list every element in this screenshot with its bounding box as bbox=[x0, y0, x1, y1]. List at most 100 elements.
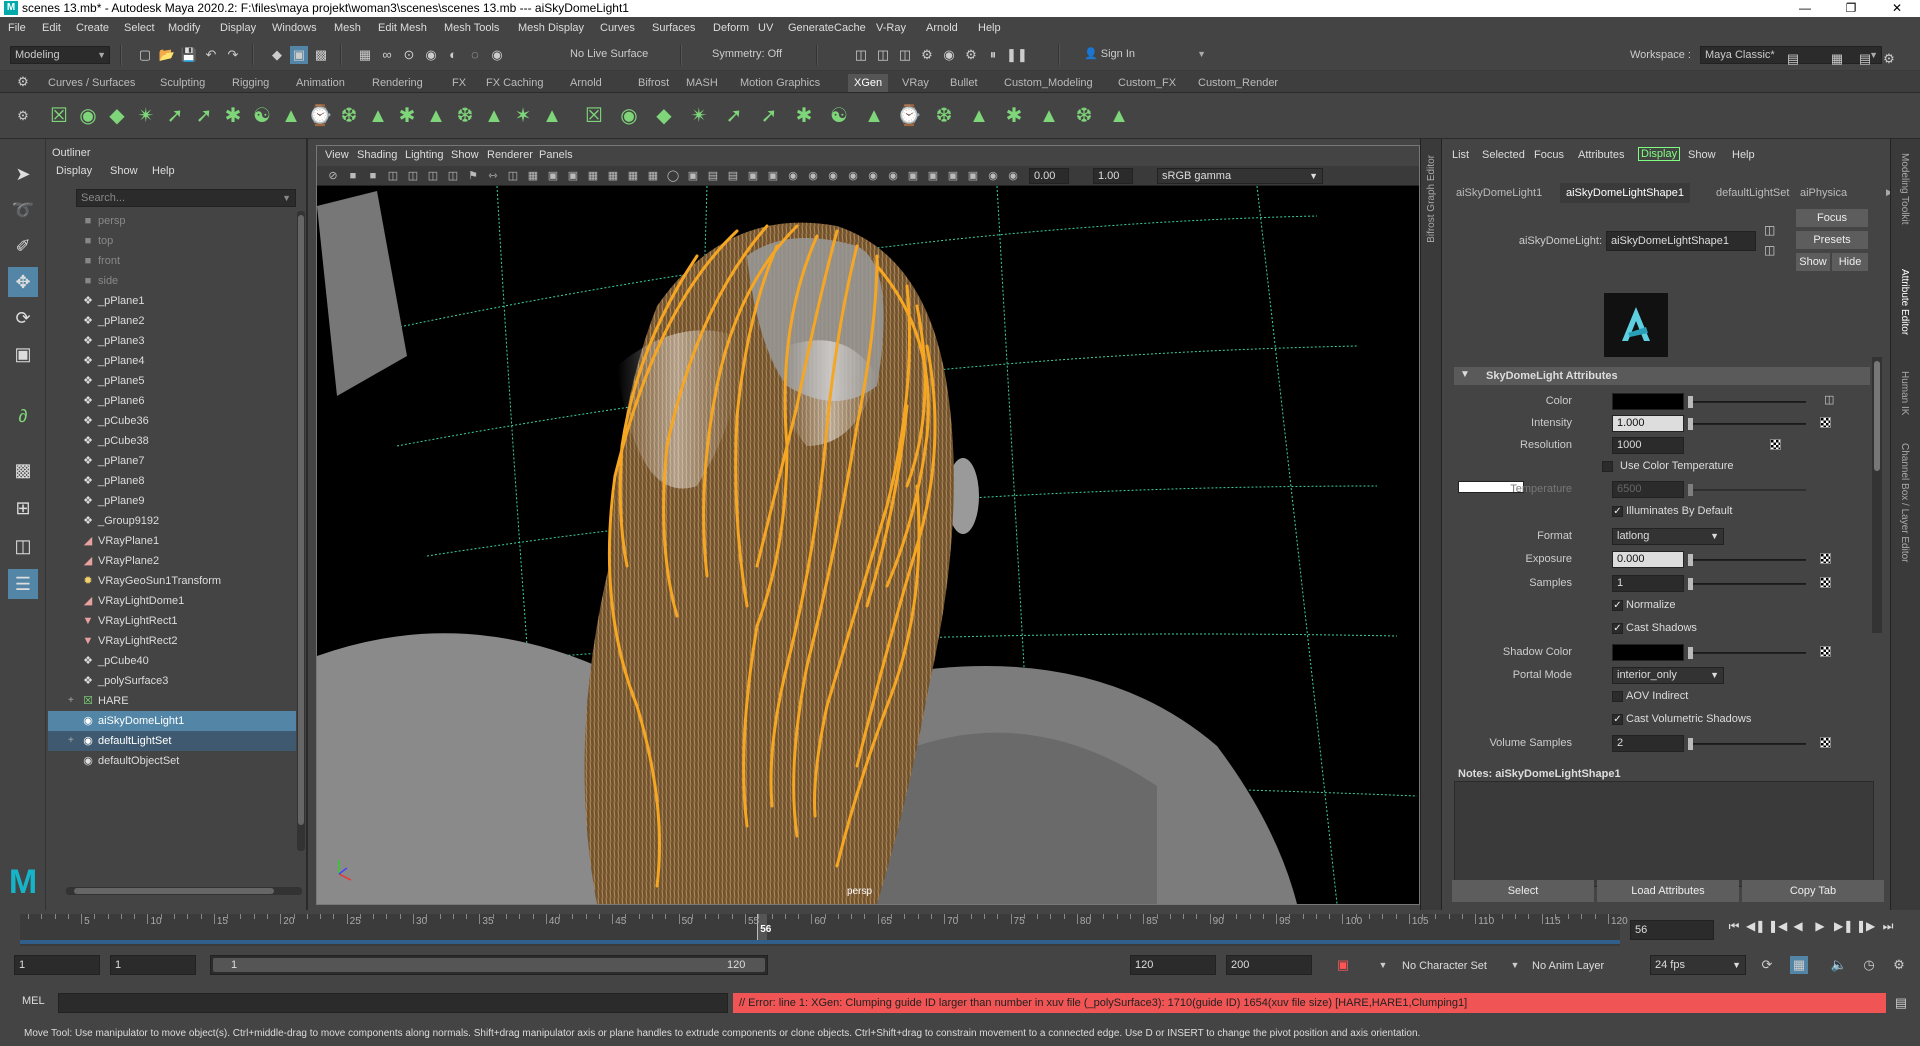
anim-layer-label[interactable]: No Anim Layer bbox=[1532, 960, 1604, 972]
pause-viewport-icon[interactable]: ❚❚ bbox=[1006, 46, 1028, 64]
viewport-scene[interactable]: persp bbox=[317, 185, 1419, 905]
current-frame-field[interactable]: 56 bbox=[1630, 920, 1714, 940]
step-back-key-icon[interactable]: ❚◀ bbox=[1768, 918, 1787, 934]
menu-edit-mesh[interactable]: Edit Mesh bbox=[378, 17, 427, 39]
menu-uv[interactable]: UV bbox=[758, 17, 773, 39]
menu-display[interactable]: Display bbox=[220, 17, 256, 39]
cut-icon[interactable]: ❆ bbox=[1071, 103, 1097, 129]
outliner-layout-icon[interactable]: ☰ bbox=[8, 569, 38, 599]
ae-tab-aiskydomelightshape1[interactable]: aiSkyDomeLightShape1 bbox=[1560, 183, 1691, 203]
expand-icon[interactable]: + bbox=[68, 731, 74, 751]
human-ik-tab[interactable]: Human IK bbox=[1899, 371, 1910, 415]
go-to-output-icon[interactable]: ◫ bbox=[1764, 243, 1775, 257]
portal-mode-dropdown[interactable]: interior_only ▼ bbox=[1612, 667, 1724, 684]
exposure-field[interactable]: 0.000 bbox=[1612, 551, 1684, 568]
step-back-frame-icon[interactable]: ◀❚ bbox=[1746, 918, 1765, 934]
shelf-tab-rendering[interactable]: Rendering bbox=[372, 74, 423, 92]
viewport-menu-view[interactable]: View bbox=[325, 149, 349, 161]
section-header[interactable]: ▼ SkyDomeLight Attributes bbox=[1454, 367, 1870, 385]
preview-icon[interactable]: ◆ bbox=[651, 103, 677, 129]
samples-map-icon[interactable] bbox=[1820, 577, 1831, 588]
brush-icon[interactable]: ▲ bbox=[481, 103, 507, 129]
lasso-tool-icon[interactable]: ➰ bbox=[8, 195, 38, 225]
expand-icon[interactable]: + bbox=[68, 691, 74, 711]
select-tool-icon[interactable]: ➤ bbox=[8, 159, 38, 189]
redo-icon[interactable]: ↷ bbox=[224, 46, 242, 64]
xray-joints-icon[interactable]: ◉ bbox=[825, 168, 841, 184]
outliner-item[interactable]: ■ front bbox=[48, 251, 296, 271]
shelf-tab-bifrost[interactable]: Bifrost bbox=[638, 74, 669, 92]
minimize-button[interactable]: — bbox=[1782, 0, 1828, 17]
color-slider[interactable] bbox=[1688, 396, 1806, 408]
viewport-menu-shading[interactable]: Shading bbox=[357, 149, 397, 161]
shelf-tab-vray[interactable]: VRay bbox=[902, 74, 929, 92]
outliner-item[interactable]: ❖ _pPlane4 bbox=[48, 351, 296, 371]
playblast-icon[interactable]: ◉ bbox=[1005, 168, 1021, 184]
gamma-field[interactable]: 1.00 bbox=[1093, 168, 1133, 184]
exposure-map-icon[interactable] bbox=[1820, 553, 1831, 564]
shelf-tab-mash[interactable]: MASH bbox=[686, 74, 718, 92]
xray-components-icon[interactable]: ◉ bbox=[845, 168, 861, 184]
intensity-slider[interactable] bbox=[1688, 418, 1806, 430]
xgen-editor-icon[interactable]: ☒ bbox=[581, 103, 607, 129]
outliner-item[interactable]: ❖ _Group9192 bbox=[48, 511, 296, 531]
outliner-item[interactable]: ❖ _pPlane1 bbox=[48, 291, 296, 311]
sign-in-button[interactable]: 👤 Sign In ▼ bbox=[1080, 46, 1206, 64]
shelf-tab-motion-graphics[interactable]: Motion Graphics bbox=[740, 74, 820, 92]
ae-menu-selected[interactable]: Selected bbox=[1482, 149, 1525, 161]
shadows-icon[interactable]: ▣ bbox=[685, 168, 701, 184]
outliner-item[interactable]: ❖ _pPlane3 bbox=[48, 331, 296, 351]
outliner-item[interactable]: ✹ VRayGeoSun1Transform bbox=[48, 571, 296, 591]
anim-layer-dropdown-arrow-icon[interactable]: ▼ bbox=[1506, 956, 1524, 974]
snapshot-icon[interactable]: ◉ bbox=[985, 168, 1001, 184]
outliner-item[interactable]: ❖ _pCube36 bbox=[48, 411, 296, 431]
rebuild-icon[interactable]: ▲ bbox=[539, 103, 565, 129]
resolution-map-icon[interactable] bbox=[1770, 439, 1781, 450]
use-lights-icon[interactable]: ◯ bbox=[665, 168, 681, 184]
create-description-icon[interactable]: ◉ bbox=[616, 103, 642, 129]
range-slider[interactable]: 1 120 bbox=[210, 955, 768, 975]
outliner-hscrollbar[interactable] bbox=[66, 887, 302, 895]
menu-cache[interactable]: Cache bbox=[834, 17, 866, 39]
view-transform-icon[interactable]: ▣ bbox=[945, 168, 961, 184]
menu-modify[interactable]: Modify bbox=[168, 17, 200, 39]
format-dropdown[interactable]: latlong ▼ bbox=[1612, 528, 1724, 545]
outliner-item[interactable]: ❖ _pCube38 bbox=[48, 431, 296, 451]
shelf-tab-curves-surfaces[interactable]: Curves / Surfaces bbox=[48, 74, 135, 92]
grid-icon[interactable]: ▣ bbox=[965, 168, 981, 184]
menu-curves[interactable]: Curves bbox=[600, 17, 635, 39]
color-swatch[interactable] bbox=[1612, 393, 1684, 410]
temperature-slider[interactable] bbox=[1688, 484, 1806, 496]
groom-tool-icon[interactable]: ❆ bbox=[931, 103, 957, 129]
lock-guides-icon[interactable]: ☯ bbox=[826, 103, 852, 129]
smooth-shade-icon[interactable]: ▦ bbox=[605, 168, 621, 184]
show-button[interactable]: Show bbox=[1796, 253, 1830, 271]
clump-icon[interactable]: ✱ bbox=[1001, 103, 1027, 129]
new-scene-icon[interactable]: ▢ bbox=[136, 46, 154, 64]
menu-mesh-display[interactable]: Mesh Display bbox=[518, 17, 584, 39]
samples-field[interactable]: 1 bbox=[1612, 575, 1684, 592]
attribute-editor-scrollbar[interactable] bbox=[1872, 357, 1882, 633]
select-object-icon[interactable]: ▣ bbox=[290, 46, 308, 64]
menu-surfaces[interactable]: Surfaces bbox=[652, 17, 695, 39]
shelf-menu-icon[interactable]: ⚙ bbox=[14, 73, 32, 91]
script-editor-icon[interactable]: ▤ bbox=[1892, 994, 1910, 1012]
resolution-field[interactable]: 1000 bbox=[1612, 437, 1684, 454]
symmetry-dropdown[interactable]: Symmetry: Off bbox=[708, 46, 808, 64]
xgen-editor-icon[interactable]: ☒ bbox=[46, 103, 72, 129]
bookmark-icon[interactable]: ■ bbox=[365, 168, 381, 184]
gamma-icon[interactable]: ▣ bbox=[925, 168, 941, 184]
snap-edge-icon[interactable]: ◌ bbox=[466, 46, 484, 64]
character-set-label[interactable]: No Character Set bbox=[1402, 960, 1487, 972]
animation-end-field[interactable]: 200 bbox=[1226, 955, 1312, 975]
outliner-item[interactable]: ❖ _pPlane7 bbox=[48, 451, 296, 471]
preview-icon[interactable]: ◆ bbox=[104, 103, 130, 129]
outliner-item[interactable]: + ◉ defaultLightSet bbox=[48, 731, 296, 751]
outliner-item[interactable]: ❖ _pPlane6 bbox=[48, 391, 296, 411]
playback-start-field[interactable]: 1 bbox=[110, 955, 196, 975]
outliner-item[interactable]: ❖ _pPlane9 bbox=[48, 491, 296, 511]
color-map-icon[interactable]: ◫ bbox=[1824, 393, 1834, 406]
add-guide-icon[interactable]: ▲ bbox=[861, 103, 887, 129]
outliner-item[interactable]: ■ side bbox=[48, 271, 296, 291]
shelf-tab-custom-fx[interactable]: Custom_FX bbox=[1118, 74, 1176, 92]
